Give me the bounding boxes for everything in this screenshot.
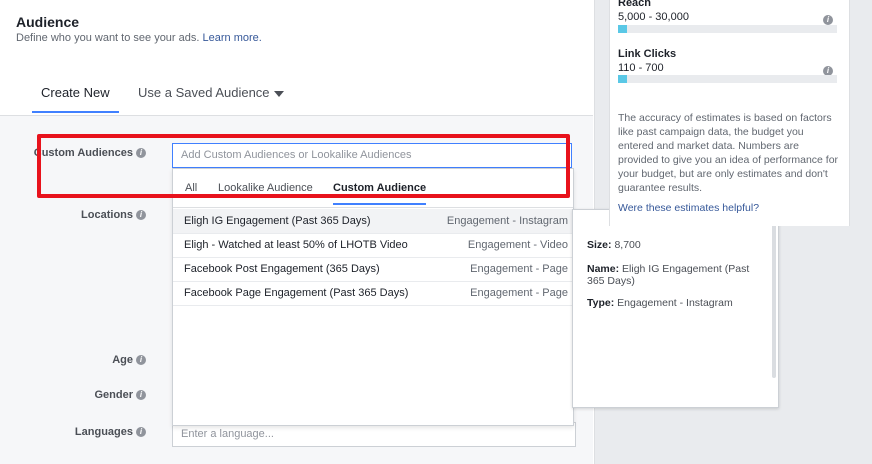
tab-create-new[interactable]: Create New bbox=[32, 80, 119, 113]
dropdown-tabs: All Lookalike Audience Custom Audience bbox=[173, 169, 573, 208]
subtitle-text: Define who you want to see your ads. bbox=[16, 32, 200, 44]
tooltip-type: Type: Engagement - Instagram bbox=[587, 297, 767, 309]
tooltip-scrollbar[interactable] bbox=[772, 224, 776, 378]
languages-label: Languages i bbox=[0, 426, 146, 438]
list-item[interactable]: Facebook Page Engagement (Past 365 Days)… bbox=[173, 281, 573, 306]
info-icon[interactable]: i bbox=[136, 355, 146, 366]
list-item[interactable]: Eligh - Watched at least 50% of LHOTB Vi… bbox=[173, 233, 573, 258]
tooltip-size-value: 8,700 bbox=[614, 239, 641, 251]
reach-label: Reach bbox=[618, 0, 652, 9]
info-icon[interactable]: i bbox=[823, 14, 833, 25]
custom-audiences-label: Custom Audiences i bbox=[0, 147, 146, 159]
tooltip-type-label: Type: bbox=[587, 297, 615, 309]
info-icon[interactable]: i bbox=[136, 427, 146, 438]
locations-label-text: Locations bbox=[81, 209, 133, 221]
link-clicks-bar bbox=[618, 75, 837, 83]
custom-audience-dropdown: All Lookalike Audience Custom Audience E… bbox=[172, 168, 574, 426]
age-label: Age i bbox=[0, 354, 146, 366]
audience-type: Engagement - Page bbox=[470, 263, 568, 275]
tab-saved-audience[interactable]: Use a Saved Audience bbox=[138, 80, 284, 106]
custom-audiences-label-text: Custom Audiences bbox=[33, 147, 133, 159]
tooltip-size-label: Size: bbox=[587, 239, 612, 251]
age-label-text: Age bbox=[112, 354, 133, 366]
learn-more-link[interactable]: Learn more. bbox=[203, 32, 262, 44]
tooltip-name: Name: Eligh IG Engagement (Past 365 Days… bbox=[587, 263, 767, 287]
tooltip-size: Size: 8,700 bbox=[587, 239, 767, 251]
audience-panel: Audience Define who you want to see your… bbox=[0, 0, 595, 464]
locations-label: Locations i bbox=[0, 209, 146, 221]
audience-type: Engagement - Instagram bbox=[446, 215, 568, 227]
dropdown-tab-custom[interactable]: Custom Audience bbox=[333, 182, 427, 205]
link-clicks-bar-fill bbox=[618, 75, 627, 83]
tooltip-name-label: Name: bbox=[587, 263, 620, 275]
audience-type: Engagement - Video bbox=[467, 239, 568, 251]
info-icon[interactable]: i bbox=[136, 210, 146, 221]
audience-name: Facebook Page Engagement (Past 365 Days) bbox=[184, 287, 409, 299]
audience-name: Eligh - Watched at least 50% of LHOTB Vi… bbox=[184, 239, 408, 251]
custom-audiences-input[interactable]: Add Custom Audiences or Lookalike Audien… bbox=[172, 143, 572, 168]
estimates-helpful-link[interactable]: Were these estimates helpful? bbox=[618, 202, 759, 214]
reach-value: 5,000 - 30,000 bbox=[618, 11, 689, 23]
audience-name: Facebook Post Engagement (365 Days) bbox=[184, 263, 380, 275]
audience-header: Audience Define who you want to see your… bbox=[0, 0, 593, 116]
reach-bar-fill bbox=[618, 25, 627, 33]
audience-type: Engagement - Page bbox=[470, 287, 568, 299]
list-item[interactable]: Eligh IG Engagement (Past 365 Days) Enga… bbox=[173, 209, 573, 234]
audience-tooltip: Size: 8,700 Name: Eligh IG Engagement (P… bbox=[572, 209, 779, 408]
info-icon[interactable]: i bbox=[136, 148, 146, 159]
dropdown-tab-all[interactable]: All bbox=[185, 182, 197, 194]
gender-label: Gender i bbox=[0, 389, 146, 401]
audience-name: Eligh IG Engagement (Past 365 Days) bbox=[184, 215, 371, 227]
section-subtitle: Define who you want to see your ads. Lea… bbox=[16, 32, 262, 44]
link-clicks-value: 110 - 700 bbox=[618, 62, 664, 74]
list-item[interactable]: Facebook Post Engagement (365 Days) Enga… bbox=[173, 257, 573, 282]
info-icon[interactable]: i bbox=[136, 390, 146, 401]
languages-label-text: Languages bbox=[74, 426, 133, 438]
link-clicks-label: Link Clicks bbox=[618, 48, 677, 60]
dropdown-tab-lookalike[interactable]: Lookalike Audience bbox=[218, 182, 313, 194]
reach-bar bbox=[618, 25, 837, 33]
gender-label-text: Gender bbox=[94, 389, 133, 401]
estimates-panel: Reach 5,000 - 30,000 i Link Clicks 110 -… bbox=[609, 0, 850, 226]
caret-down-icon bbox=[273, 90, 284, 97]
estimates-note: The accuracy of estimates is based on fa… bbox=[618, 112, 839, 194]
tooltip-type-value: Engagement - Instagram bbox=[617, 297, 733, 309]
section-title: Audience bbox=[16, 14, 80, 30]
tab-saved-label: Use a Saved Audience bbox=[138, 85, 270, 100]
